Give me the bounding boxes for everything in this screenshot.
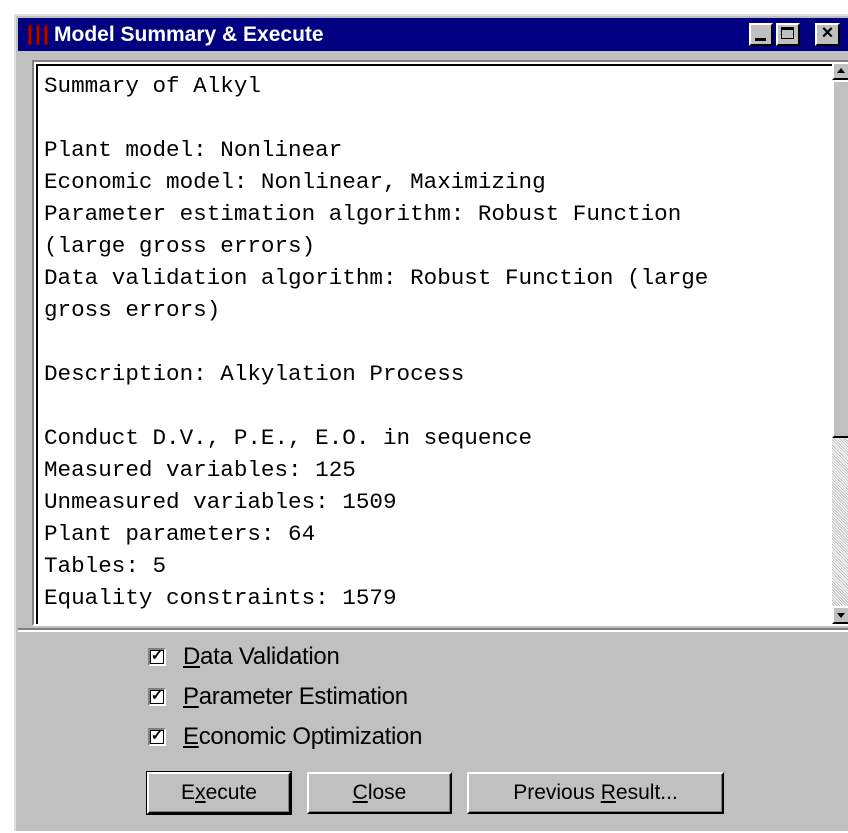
close-window-button[interactable]: × (815, 22, 840, 46)
previous-result-button[interactable]: Previous Result... (467, 772, 724, 814)
vertical-scrollbar[interactable] (832, 62, 848, 624)
summary-line: Conduct D.V., P.E., E.O. in sequence (44, 425, 533, 451)
data-validation-option[interactable]: ✓ Data Validation (148, 643, 340, 671)
minimize-icon (755, 38, 766, 41)
parameter-estimation-checkbox[interactable]: ✓ (148, 687, 166, 706)
summary-line: Description: Alkylation Process (44, 361, 465, 387)
summary-viewport: Summary of Alkyl Plant model: Nonlinear … (36, 64, 832, 624)
maximize-icon (781, 27, 794, 39)
parameter-estimation-label[interactable]: Parameter Estimation (183, 683, 408, 711)
economic-optimization-label[interactable]: Economic Optimization (183, 723, 422, 751)
scroll-thumb[interactable] (832, 80, 848, 438)
minimize-button[interactable] (749, 23, 773, 46)
summary-line: Tables: 5 (44, 553, 167, 579)
close-icon: × (821, 22, 834, 44)
arrow-up-icon (837, 68, 845, 73)
app-bars-icon[interactable] (28, 25, 48, 45)
execute-button[interactable]: Ex ecute (146, 771, 292, 815)
close-button[interactable]: Close (307, 772, 452, 814)
window-title: Model Summary & Execute (54, 23, 324, 46)
model-summary-window: Model Summary & Execute × Summary of Alk… (14, 14, 848, 831)
summary-line: Parameter estimation algorithm: Robust F… (44, 201, 682, 227)
summary-line: gross errors) (44, 297, 221, 323)
maximize-button[interactable] (776, 23, 800, 46)
title-bar[interactable]: Model Summary & Execute × (18, 18, 848, 51)
summary-line: Equality constraints: 1579 (44, 585, 397, 611)
data-validation-checkbox[interactable]: ✓ (148, 647, 166, 666)
scroll-down-button[interactable] (832, 606, 848, 624)
summary-line: Unmeasured variables: 1509 (44, 489, 397, 515)
summary-text: Summary of Alkyl Plant model: Nonlinear … (44, 70, 708, 614)
summary-line: Plant parameters: 64 (44, 521, 316, 547)
summary-text-area[interactable]: Summary of Alkyl Plant model: Nonlinear … (32, 60, 848, 626)
data-validation-label[interactable]: Data Validation (183, 643, 340, 671)
summary-line: Economic model: Nonlinear, Maximizing (44, 169, 546, 195)
summary-line: (large gross errors) (44, 233, 316, 259)
summary-line: Data validation algorithm: Robust Functi… (44, 265, 709, 291)
checkmark-icon: ✓ (150, 727, 164, 744)
economic-optimization-option[interactable]: ✓ Economic Optimization (148, 723, 422, 751)
economic-optimization-checkbox[interactable]: ✓ (148, 727, 166, 746)
scroll-up-button[interactable] (832, 62, 848, 80)
summary-line: Measured variables: 125 (44, 457, 356, 483)
checkmark-icon: ✓ (150, 687, 164, 704)
summary-line: Plant model: Nonlinear (44, 137, 343, 163)
arrow-down-icon (837, 613, 845, 618)
summary-line: Summary of Alkyl (44, 73, 261, 99)
parameter-estimation-option[interactable]: ✓ Parameter Estimation (148, 683, 408, 711)
checkmark-icon: ✓ (150, 647, 164, 664)
